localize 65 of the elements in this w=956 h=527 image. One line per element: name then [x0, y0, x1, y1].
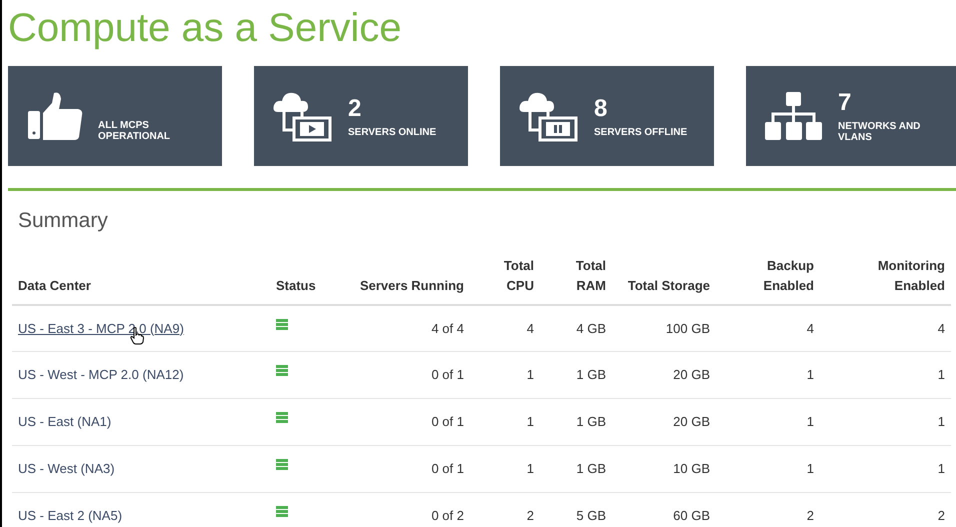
server-status-icon	[276, 459, 288, 470]
server-status-icon	[276, 506, 288, 518]
stat-tile[interactable]: 8 SERVERS OFFLINE	[500, 66, 714, 166]
table-cell: 1	[526, 367, 534, 382]
table-cell: 20 GB	[673, 367, 710, 382]
column-header: Status	[276, 276, 316, 294]
page-title: Compute as a Service	[8, 5, 402, 52]
stat-count: 2	[348, 94, 362, 122]
table-cell: 0 of 2	[431, 508, 464, 524]
stat-count: 8	[594, 94, 608, 122]
cloud-pause-icon	[518, 90, 580, 142]
stat-tile[interactable]: 7 NETWORKS AND VLANS	[746, 66, 956, 166]
table-cell: 4 of 4	[431, 320, 464, 336]
stat-tile[interactable]: ALL MCPS OPERATIONAL	[8, 66, 222, 166]
thumbs-up-icon	[26, 91, 84, 141]
table-cell: 1	[938, 367, 945, 382]
data-center-link[interactable]: US - West (NA3)	[18, 461, 115, 476]
stat-tile[interactable]: 2 SERVERS ONLINE	[254, 66, 468, 166]
section-title: Summary	[18, 208, 108, 234]
table-cell: 0 of 1	[431, 367, 464, 382]
table-cell: 1 GB	[576, 367, 606, 382]
server-status-icon	[276, 365, 288, 376]
column-header: Total RAM	[574, 256, 606, 294]
table-cell: 60 GB	[673, 508, 710, 524]
table-cell: 20 GB	[673, 414, 710, 430]
data-center-link[interactable]: US - East 3 - MCP 2.0 (NA9)	[18, 320, 184, 336]
data-center-link[interactable]: US - East (NA1)	[18, 414, 112, 430]
table-cell: 2	[806, 508, 814, 524]
stat-count: 7	[838, 89, 852, 117]
table-cell: 2	[938, 508, 945, 524]
network-icon	[764, 90, 824, 142]
table-cell: 4	[938, 320, 945, 336]
table-cell: 1	[806, 367, 814, 382]
table-cell: 1	[526, 461, 534, 476]
column-header: Servers Running	[360, 276, 464, 295]
table-cell: 0 of 1	[431, 461, 464, 476]
column-header: Total Storage	[628, 276, 710, 295]
data-center-link[interactable]: US - West - MCP 2.0 (NA12)	[18, 367, 184, 382]
table-cell: 1	[938, 414, 945, 430]
table-cell: 0 of 1	[431, 414, 464, 430]
table-cell: 1 GB	[576, 414, 606, 430]
table-cell: 1	[806, 414, 814, 430]
server-status-icon	[276, 318, 288, 330]
column-header: Total CPU	[502, 256, 534, 294]
table-cell: 10 GB	[673, 461, 710, 476]
column-header: Monitoring Enabled	[876, 256, 945, 294]
table-cell: 1 GB	[576, 461, 606, 476]
stat-label: SERVERS OFFLINE	[594, 126, 688, 138]
table-cell: 1	[938, 461, 945, 476]
cloud-play-icon	[272, 90, 334, 142]
data-center-link[interactable]: US - East 2 (NA5)	[18, 508, 122, 524]
table-cell: 1	[526, 414, 534, 430]
table-cell: 100 GB	[666, 320, 710, 336]
table-cell: 5 GB	[576, 508, 606, 524]
table-cell: 1	[806, 461, 814, 476]
stat-label: NETWORKS AND VLANS	[838, 121, 922, 143]
stat-label: ALL MCPS OPERATIONAL	[98, 120, 172, 142]
table-cell: 2	[526, 508, 534, 524]
column-header: Data Center	[18, 276, 91, 294]
stat-label: SERVERS ONLINE	[348, 126, 438, 138]
server-status-icon	[276, 412, 288, 424]
table-cell: 4 GB	[576, 320, 606, 336]
table-cell: 4	[526, 320, 534, 336]
table-cell: 4	[806, 320, 814, 336]
column-header: Backup Enabled	[762, 256, 814, 294]
